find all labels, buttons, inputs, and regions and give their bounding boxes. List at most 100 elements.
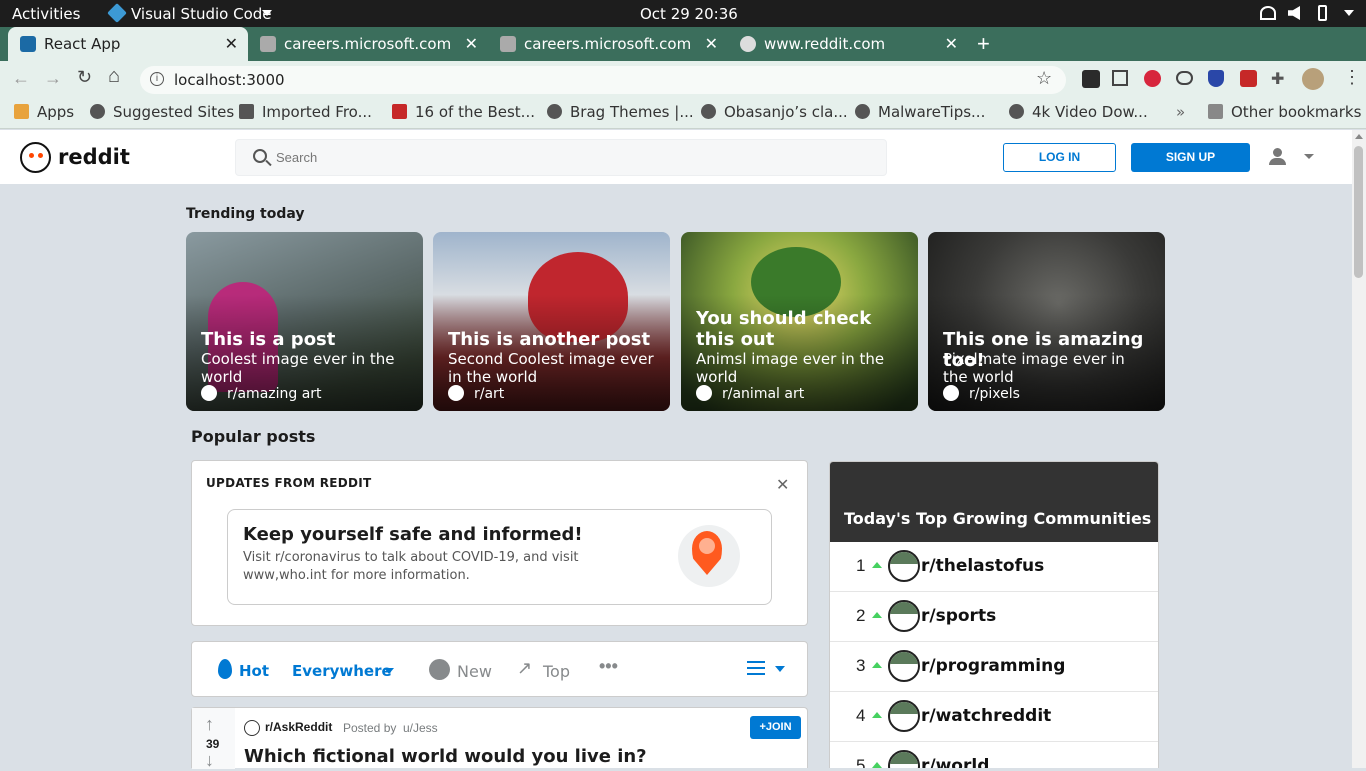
bookmark-malwaretips[interactable]: MalwareTips...	[855, 103, 985, 121]
trending-card[interactable]: This one is amazing too! Pixelmate image…	[928, 232, 1165, 411]
upvote-icon[interactable]: ↑	[205, 714, 214, 735]
post-subreddit[interactable]: r/AskReddit	[265, 720, 332, 734]
tab-reddit[interactable]: www.reddit.com ✕	[728, 27, 968, 61]
back-icon[interactable]: ←	[12, 68, 30, 89]
app-menu-button[interactable]: Visual Studio Code	[131, 5, 272, 23]
trending-card[interactable]: You should check this out Animsl image e…	[681, 232, 918, 411]
bookmark-4k-video[interactable]: 4k Video Dow...	[1009, 103, 1148, 121]
bookmark-suggested-sites[interactable]: Suggested Sites	[90, 103, 234, 121]
signup-button[interactable]: SIGN UP	[1131, 143, 1250, 172]
forward-icon[interactable]: →	[44, 68, 62, 89]
map-pin-icon	[678, 525, 740, 587]
globe-icon	[855, 104, 870, 119]
puzzle-icon[interactable]: ✚	[1271, 69, 1284, 89]
community-row[interactable]: 4 r/watchreddit	[830, 692, 1158, 742]
more-options-icon[interactable]: •••	[599, 656, 618, 677]
post-card[interactable]: ↑ 39 ↓ r/AskReddit Posted by u/Jess Whic…	[191, 707, 808, 770]
login-button[interactable]: LOG IN	[1003, 143, 1116, 172]
bookmark-apps[interactable]: Apps	[14, 103, 74, 121]
community-row[interactable]: 5 r/world	[830, 742, 1158, 768]
search-input[interactable]: Search	[235, 139, 887, 176]
covid-body: Visit r/coronavirus to talk about COVID-…	[243, 550, 579, 583]
tab-careers-2[interactable]: careers.microsoft.com ✕	[488, 27, 728, 61]
bookmark-other[interactable]: Other bookmarks	[1208, 103, 1361, 121]
location-dropdown[interactable]: Everywhere	[292, 662, 392, 680]
close-icon[interactable]: ✕	[705, 34, 718, 53]
community-row[interactable]: 2 r/sports	[830, 592, 1158, 642]
extension-cloud-icon[interactable]	[1176, 71, 1193, 85]
volume-icon	[1288, 6, 1300, 20]
folder-icon	[239, 104, 254, 119]
scroll-up-icon[interactable]	[1355, 134, 1363, 139]
more-vert-icon[interactable]: ⋮	[1343, 67, 1361, 88]
post-title[interactable]: Which fictional world would you live in?	[244, 746, 647, 767]
community-rank: 4	[856, 706, 866, 725]
user-menu-icon[interactable]	[1268, 148, 1288, 166]
bookmark-brag-themes[interactable]: Brag Themes |...	[547, 103, 694, 121]
sort-hot-button[interactable]: Hot	[239, 662, 269, 680]
microsoft-icon	[260, 36, 276, 52]
profile-avatar[interactable]	[1302, 68, 1324, 90]
bookmark-obasanjo[interactable]: Obasanjo’s cla...	[701, 103, 848, 121]
bookmark-label: Imported Fro...	[262, 103, 372, 121]
view-layout-icon[interactable]	[747, 661, 765, 675]
covid-info-card[interactable]: Keep yourself safe and informed! Visit r…	[227, 509, 772, 605]
home-icon[interactable]: ⌂	[108, 65, 120, 88]
new-tab-button[interactable]: +	[977, 31, 990, 57]
community-name: r/sports	[921, 606, 997, 626]
rank-up-icon	[872, 612, 882, 618]
community-row[interactable]: 3 r/programming	[830, 642, 1158, 692]
tab-careers-1[interactable]: careers.microsoft.com ✕	[248, 27, 488, 61]
tab-react-app[interactable]: React App ✕	[8, 27, 248, 61]
address-bar[interactable]: i localhost:3000 ☆	[140, 66, 1066, 94]
star-icon[interactable]: ☆	[1036, 68, 1052, 89]
close-icon[interactable]: ✕	[465, 34, 478, 53]
extension-red-icon[interactable]	[1240, 70, 1257, 87]
bookmarks-bar: Apps Suggested Sites Imported Fro... 16 …	[0, 97, 1366, 129]
updates-panel: UPDATES FROM REDDIT ✕ Keep yourself safe…	[191, 460, 808, 626]
community-name: r/programming	[921, 656, 1066, 676]
close-icon[interactable]: ✕	[945, 34, 958, 53]
communities-title: Today's Top Growing Communities	[844, 509, 1152, 528]
community-rank: 2	[856, 606, 866, 625]
extension-adblock-icon[interactable]	[1144, 70, 1161, 87]
community-avatar	[888, 750, 920, 768]
activities-button[interactable]: Activities	[12, 5, 80, 23]
page-scrollbar[interactable]	[1352, 130, 1366, 768]
sort-new-button[interactable]: New	[457, 662, 492, 681]
close-icon[interactable]: ✕	[225, 34, 238, 53]
clock[interactable]: Oct 29 20:36	[640, 5, 738, 23]
trending-card[interactable]: This is another post Second Coolest imag…	[433, 232, 670, 411]
card-title: This is a post	[201, 329, 336, 350]
tab-title: React App	[44, 35, 121, 53]
bookmarks-overflow-icon[interactable]: »	[1176, 103, 1185, 121]
reddit-logo-icon[interactable]	[20, 142, 51, 173]
sort-top-button[interactable]: Top	[543, 662, 570, 681]
extension-shield-icon[interactable]	[1208, 70, 1224, 87]
communities-banner: Today's Top Growing Communities	[830, 462, 1158, 542]
card-subreddit: r/pixels	[943, 385, 1020, 402]
post-author[interactable]: u/Jess	[403, 721, 438, 735]
reddit-wordmark[interactable]: reddit	[58, 145, 130, 169]
bookmark-label: Apps	[37, 103, 75, 121]
card-title: This is another post	[448, 329, 651, 350]
join-button[interactable]: +JOIN	[750, 716, 801, 739]
subreddit-avatar	[244, 720, 260, 736]
extension-pen-icon[interactable]	[1082, 70, 1100, 88]
chevron-down-icon[interactable]	[775, 666, 785, 672]
extension-screen-icon[interactable]	[1112, 70, 1128, 86]
bookmark-imported[interactable]: Imported Fro...	[239, 103, 372, 121]
trending-card[interactable]: This is a post Coolest image ever in the…	[186, 232, 423, 411]
system-menu-chevron-icon[interactable]	[1344, 10, 1354, 16]
reload-icon[interactable]: ↻	[77, 67, 92, 88]
info-icon[interactable]: i	[150, 72, 164, 86]
posted-by-label: Posted by	[343, 721, 397, 735]
close-icon[interactable]: ✕	[776, 475, 789, 495]
scroll-thumb[interactable]	[1354, 146, 1363, 278]
community-row[interactable]: 1 r/thelastofus	[830, 542, 1158, 592]
browser-tab-strip: React App ✕ careers.microsoft.com ✕ care…	[0, 27, 1366, 61]
chevron-down-icon[interactable]	[1304, 154, 1314, 159]
bookmark-16-best[interactable]: 16 of the Best...	[392, 103, 535, 121]
tab-title: careers.microsoft.com	[284, 35, 452, 53]
card-subreddit: r/animal art	[696, 385, 804, 402]
